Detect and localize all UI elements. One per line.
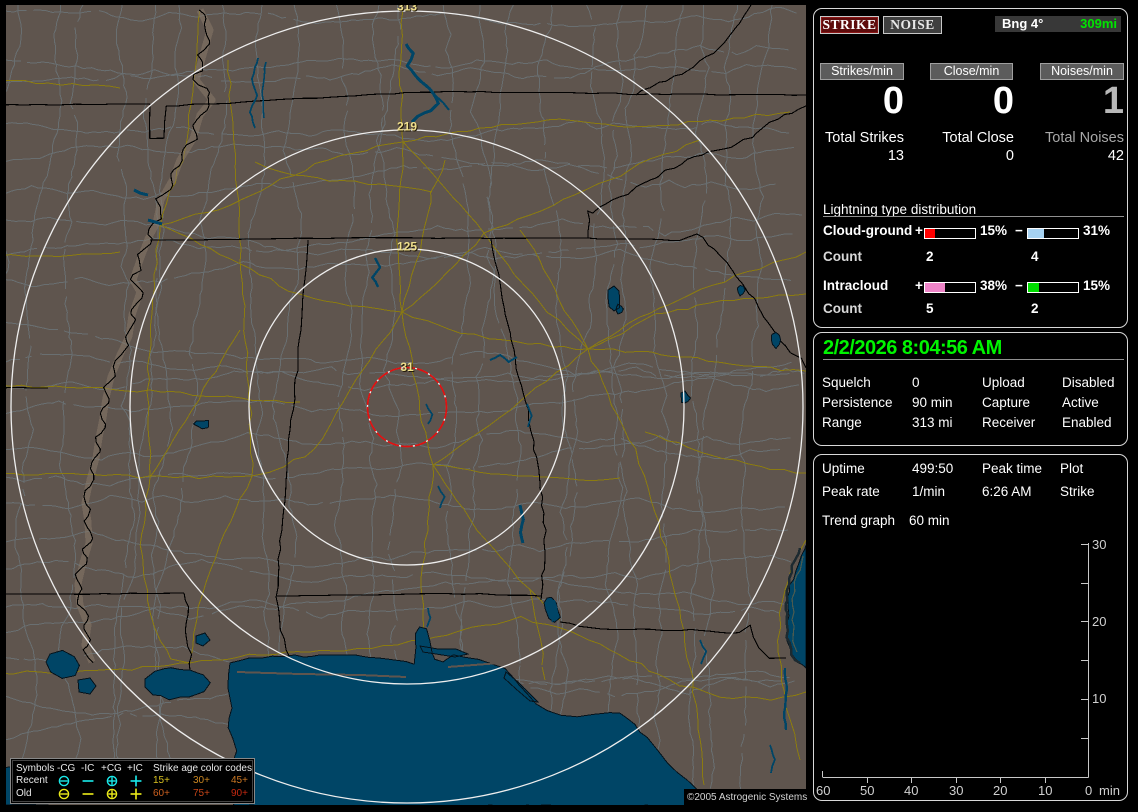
- svg-text:219: 219: [397, 120, 417, 134]
- svg-text:125: 125: [397, 240, 417, 254]
- svg-text:50: 50: [860, 783, 874, 798]
- svg-text:31: 31: [400, 360, 414, 374]
- svg-text:20: 20: [993, 783, 1007, 798]
- svg-text:30: 30: [1092, 537, 1106, 552]
- svg-text:20: 20: [1092, 614, 1106, 629]
- svg-text:10: 10: [1092, 691, 1106, 706]
- svg-text:30: 30: [949, 783, 963, 798]
- svg-text:313: 313: [397, 5, 417, 14]
- svg-text:60: 60: [816, 783, 830, 798]
- svg-text:0: 0: [1085, 783, 1092, 798]
- svg-text:40: 40: [904, 783, 918, 798]
- svg-text:10: 10: [1038, 783, 1052, 798]
- svg-text:min: min: [1099, 783, 1120, 798]
